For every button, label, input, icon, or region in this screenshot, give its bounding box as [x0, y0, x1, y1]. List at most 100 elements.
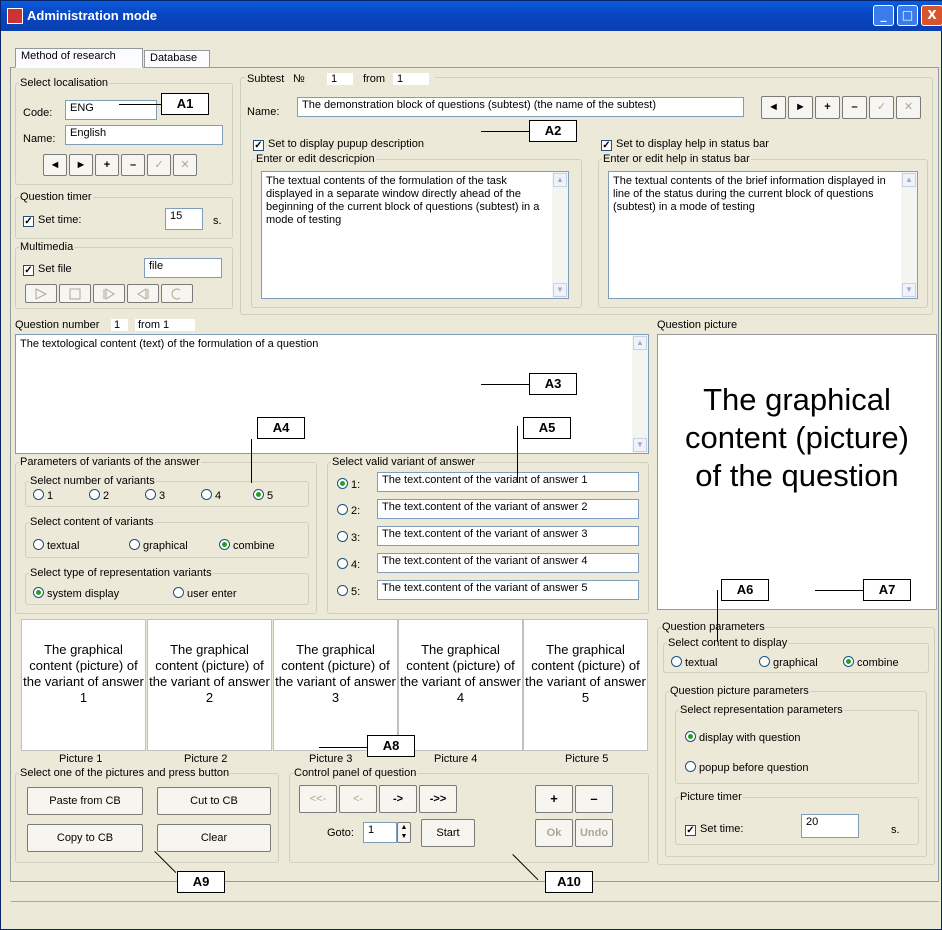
- valid-variant-input-3[interactable]: The text.content of the variant of answe…: [377, 526, 639, 546]
- variant-content-textual[interactable]: textual: [33, 539, 79, 552]
- status-textarea[interactable]: The textual contents of the brief inform…: [608, 171, 918, 299]
- variant-count-1[interactable]: 1: [33, 489, 53, 502]
- radio-icon: [145, 489, 156, 500]
- variant-picture-1[interactable]: The graphical content (picture) of the v…: [21, 619, 146, 751]
- variant-content-combine[interactable]: combine: [219, 539, 275, 552]
- variant-picture-4[interactable]: The graphical content (picture) of the v…: [398, 619, 523, 751]
- picture-label-5: Picture 5: [565, 753, 609, 765]
- tab-database[interactable]: Database: [144, 50, 210, 68]
- timer-input[interactable]: 15: [165, 208, 203, 230]
- loc-next-button[interactable]: ►: [69, 154, 93, 176]
- scrollbar[interactable]: ▲ ▼: [901, 172, 917, 298]
- name-input[interactable]: English: [65, 125, 223, 145]
- display-textual-radio[interactable]: textual: [671, 656, 717, 669]
- tab-method-of-research[interactable]: Method of research: [15, 48, 143, 68]
- loc-cancel-button[interactable]: ✕: [173, 154, 197, 176]
- radio-selected-icon: [33, 587, 44, 598]
- multimedia-checkbox[interactable]: ✓ Set file: [23, 263, 72, 276]
- valid-variant-input-5[interactable]: The text.content of the variant of answe…: [377, 580, 639, 600]
- scroll-down-icon[interactable]: ▼: [553, 283, 567, 297]
- display-graphical-radio[interactable]: graphical: [759, 656, 818, 669]
- first-question-button[interactable]: <<-: [299, 785, 337, 813]
- subtest-next-button[interactable]: ►: [788, 96, 813, 119]
- subtest-ok-button[interactable]: ✓: [869, 96, 894, 119]
- add-question-button[interactable]: +: [535, 785, 573, 813]
- valid-variant-radio-4[interactable]: 4:: [337, 558, 360, 571]
- check-icon: ✓: [23, 265, 34, 276]
- media-stop-button[interactable]: [59, 284, 91, 303]
- loc-prev-button[interactable]: ◄: [43, 154, 67, 176]
- code-input[interactable]: ENG: [65, 100, 157, 120]
- start-button[interactable]: Start: [421, 819, 475, 847]
- variant-type-system[interactable]: system display: [33, 587, 119, 600]
- popup-before-question-radio[interactable]: popup before question: [685, 761, 808, 774]
- question-picture[interactable]: The graphical content (picture) of the q…: [657, 334, 937, 610]
- media-record-button[interactable]: [161, 284, 193, 303]
- variant-count-3[interactable]: 3: [145, 489, 165, 502]
- popup-textarea[interactable]: The textual contents of the formulation …: [261, 171, 569, 299]
- picture-timer-unit: s.: [891, 824, 900, 836]
- variant-count-4[interactable]: 4: [201, 489, 221, 502]
- loc-add-button[interactable]: +: [95, 154, 119, 176]
- subtest-header: Subtest № 1 from 1: [245, 71, 435, 87]
- clear-button[interactable]: Clear: [157, 824, 271, 852]
- paste-from-cb-button[interactable]: Paste from CB: [27, 787, 143, 815]
- valid-variant-input-2[interactable]: The text.content of the variant of answe…: [377, 499, 639, 519]
- maximize-button[interactable]: □: [897, 5, 918, 26]
- status-checkbox[interactable]: ✓ Set to display help in status bar: [601, 138, 769, 151]
- variant-picture-3[interactable]: The graphical content (picture) of the v…: [273, 619, 398, 751]
- ok-question-button[interactable]: Ok: [535, 819, 573, 847]
- display-combine-radio[interactable]: combine: [843, 656, 899, 669]
- prev-question-button[interactable]: <-: [339, 785, 377, 813]
- media-back-button[interactable]: [127, 284, 159, 303]
- scroll-up-icon[interactable]: ▲: [633, 336, 647, 350]
- loc-ok-button[interactable]: ✓: [147, 154, 171, 176]
- variant-picture-2[interactable]: The graphical content (picture) of the v…: [147, 619, 272, 751]
- valid-variant-radio-3[interactable]: 3:: [337, 531, 360, 544]
- minimize-button[interactable]: _: [873, 5, 894, 26]
- subtest-add-button[interactable]: +: [815, 96, 840, 119]
- delete-question-button[interactable]: –: [575, 785, 613, 813]
- loc-delete-button[interactable]: –: [121, 154, 145, 176]
- variant-count-5[interactable]: 5: [253, 489, 273, 502]
- next-question-button[interactable]: ->: [379, 785, 417, 813]
- valid-variant-radio-5[interactable]: 5:: [337, 585, 360, 598]
- variant-count-2[interactable]: 2: [89, 489, 109, 502]
- variant-picture-5[interactable]: The graphical content (picture) of the v…: [523, 619, 648, 751]
- picture-timer-input[interactable]: 20: [801, 814, 859, 838]
- scrollbar[interactable]: ▲ ▼: [552, 172, 568, 298]
- last-question-button[interactable]: ->>: [419, 785, 457, 813]
- variant-type-user[interactable]: user enter: [173, 587, 237, 600]
- popup-checkbox[interactable]: ✓ Set to display pupup description: [253, 138, 424, 151]
- subtest-delete-button[interactable]: –: [842, 96, 867, 119]
- goto-input[interactable]: 1: [363, 822, 397, 843]
- media-play-button[interactable]: [25, 284, 57, 303]
- display-with-question-radio[interactable]: display with question: [685, 731, 801, 744]
- media-forward-button[interactable]: [93, 284, 125, 303]
- copy-to-cb-button[interactable]: Copy to CB: [27, 824, 143, 852]
- scroll-up-icon[interactable]: ▲: [553, 173, 567, 187]
- scroll-down-icon[interactable]: ▼: [902, 283, 916, 297]
- valid-variant-radio-1[interactable]: 1:: [337, 478, 360, 491]
- file-input[interactable]: file: [144, 258, 222, 278]
- cut-to-cb-button[interactable]: Cut to CB: [157, 787, 271, 815]
- scrollbar[interactable]: ▲ ▼: [632, 335, 648, 453]
- subtest-prev-button[interactable]: ◄: [761, 96, 786, 119]
- scroll-up-icon[interactable]: ▲: [902, 173, 916, 187]
- callout-a2: A2: [529, 120, 577, 142]
- valid-variant-radio-2[interactable]: 2:: [337, 504, 360, 517]
- subtest-cancel-button[interactable]: ✕: [896, 96, 921, 119]
- code-label: Code:: [23, 107, 53, 119]
- valid-variant-input-4[interactable]: The text.content of the variant of answe…: [377, 553, 639, 573]
- app-window: Administration mode _ □ X Method of rese…: [0, 0, 942, 930]
- callout-line: [517, 426, 518, 482]
- goto-spinner[interactable]: ▲ ▼: [397, 822, 411, 843]
- timer-checkbox[interactable]: ✓ Set time:: [23, 214, 81, 227]
- close-button[interactable]: X: [921, 5, 942, 26]
- picture-timer-checkbox[interactable]: ✓ Set time:: [685, 823, 743, 836]
- undo-question-button[interactable]: Undo: [575, 819, 613, 847]
- variant-content-graphical[interactable]: graphical: [129, 539, 188, 552]
- scroll-down-icon[interactable]: ▼: [633, 438, 647, 452]
- subtest-name-input[interactable]: The demonstration block of questions (su…: [297, 97, 744, 117]
- valid-variant-input-1[interactable]: The text.content of the variant of answe…: [377, 472, 639, 492]
